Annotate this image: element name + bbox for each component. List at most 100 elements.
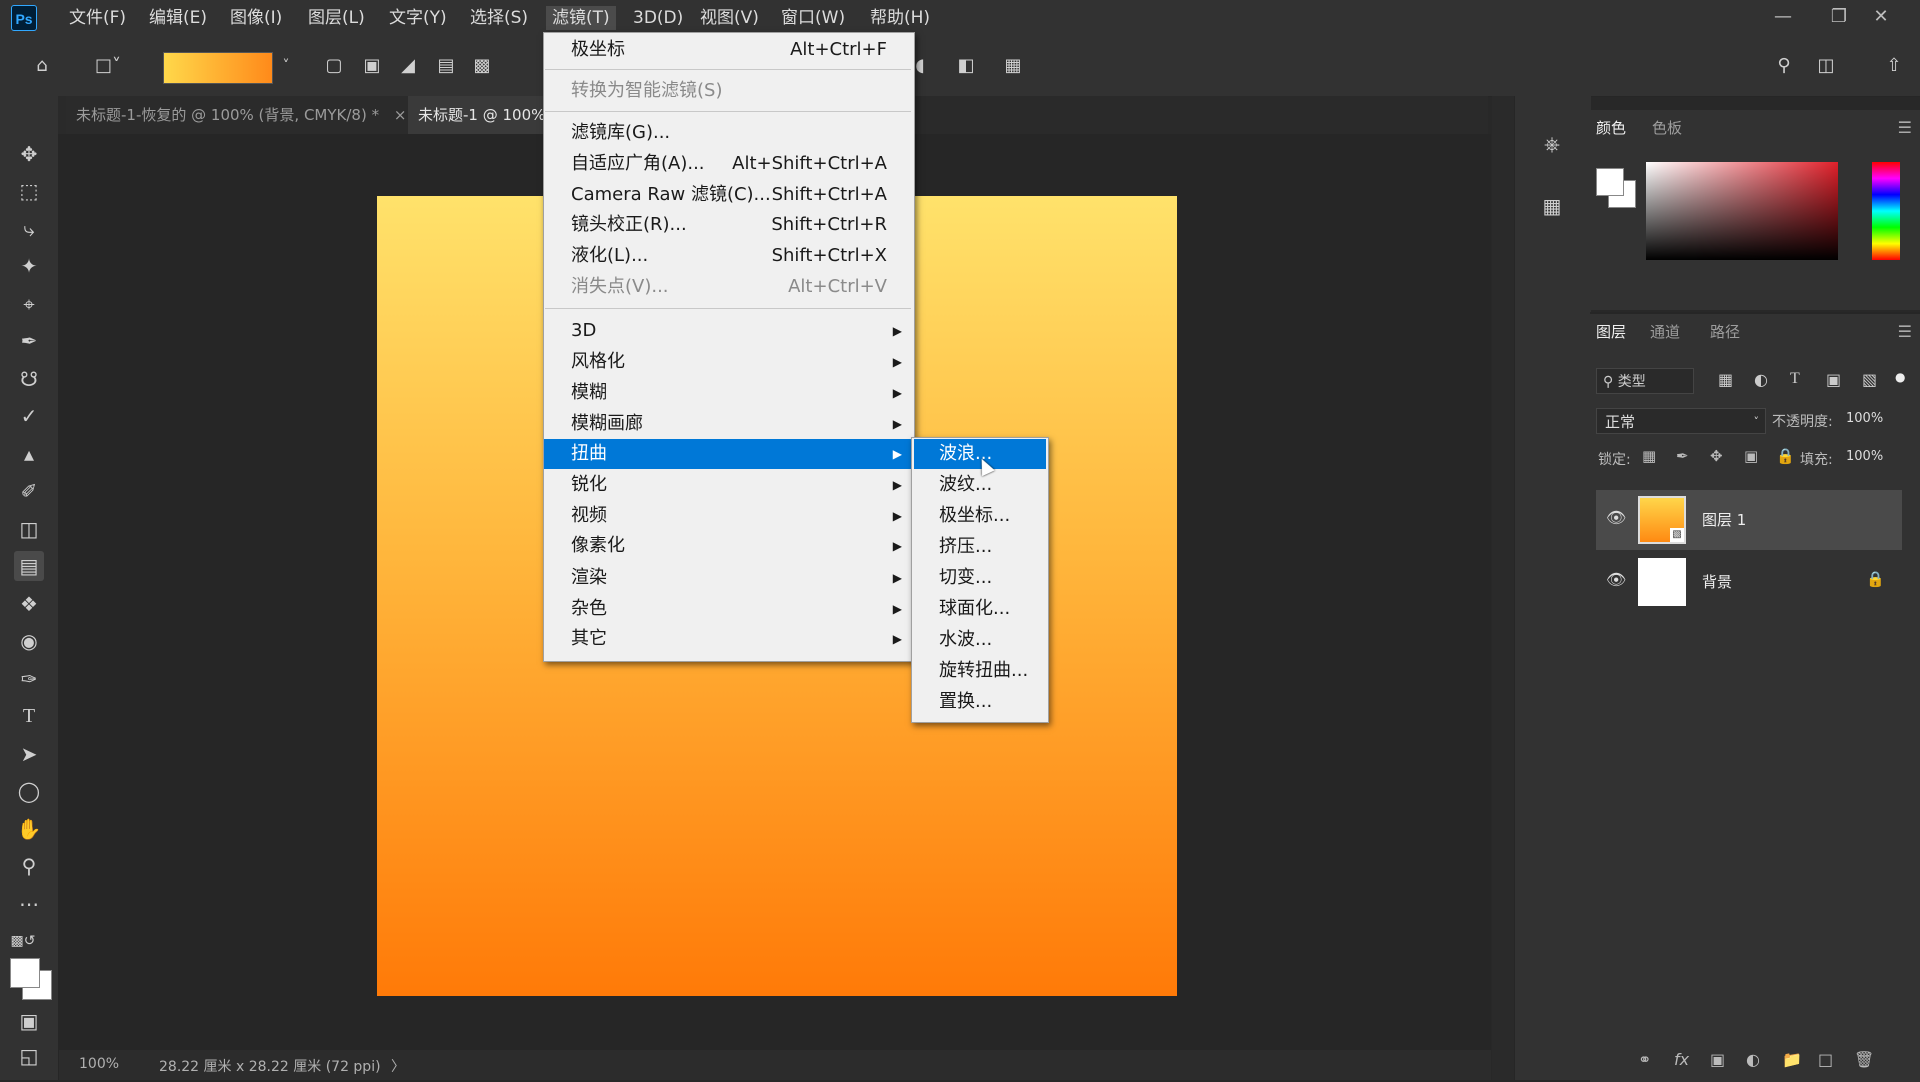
adjustment-filter-icon[interactable]: ◐ — [1754, 370, 1768, 389]
screen-mode-icon[interactable]: ◱ — [14, 1041, 44, 1071]
share-icon[interactable]: ⇧ — [1880, 52, 1908, 80]
history-panel-icon[interactable]: ⎈ — [1537, 132, 1567, 162]
ellipse-tool-icon[interactable]: ◯ — [14, 776, 44, 806]
lock-artboard-icon[interactable]: ▣ — [1744, 447, 1758, 465]
submenu-item-zigzag[interactable]: 水波... — [914, 625, 1046, 655]
linear-gradient-icon[interactable]: ▢ — [320, 52, 348, 80]
submenu-item-shear[interactable]: 切变... — [914, 563, 1046, 593]
visibility-eye-icon[interactable]: 👁 — [1606, 508, 1626, 527]
brush-tool-icon[interactable]: ✓ — [14, 401, 44, 431]
more-tools-icon[interactable]: ⋯ — [14, 889, 44, 919]
menu-help[interactable]: 帮助(H) — [864, 6, 936, 30]
lock-icon[interactable]: 🔒 — [1866, 570, 1885, 588]
crop-tool-icon[interactable]: ⌖ — [14, 289, 44, 319]
menu-select[interactable]: 选择(S) — [464, 6, 534, 30]
menu-item-pixelate[interactable]: 像素化 ▶ — [544, 531, 912, 561]
radial-gradient-icon[interactable]: ▣ — [358, 52, 386, 80]
eraser-icon[interactable]: ◫ — [14, 514, 44, 544]
adjustment-icon[interactable]: ◐ — [1746, 1050, 1760, 1069]
menu-item-vanishing-point[interactable]: 消失点(V)... Alt+Ctrl+V — [544, 272, 912, 302]
submenu-item-pinch[interactable]: 挤压... — [914, 532, 1046, 562]
magic-wand-icon[interactable]: ✦ — [14, 251, 44, 281]
move-tool-icon[interactable]: ✥ — [14, 139, 44, 169]
minimize-icon[interactable]: — — [1760, 2, 1806, 32]
menu-item-distort[interactable]: 扭曲 ▶ — [544, 439, 912, 469]
document-tab-active[interactable]: 未标题-1 @ 100% — [408, 96, 556, 134]
menu-type[interactable]: 文字(Y) — [383, 6, 453, 30]
submenu-item-spherize[interactable]: 球面化... — [914, 594, 1046, 624]
menu-item-3d[interactable]: 3D ▶ — [544, 316, 912, 346]
layer-row-background[interactable]: 👁 背景 🔒 — [1596, 552, 1902, 612]
new-layer-icon[interactable]: □ — [1818, 1050, 1833, 1069]
gradient-tool-icon[interactable]: ▤ — [14, 551, 44, 581]
pen-tool-icon[interactable]: ✑ — [14, 664, 44, 694]
fx-icon[interactable]: fx — [1674, 1050, 1689, 1069]
submenu-item-displace[interactable]: 置换... — [914, 687, 1046, 717]
restore-icon[interactable]: ❐ — [1816, 2, 1862, 32]
submenu-item-ripple[interactable]: 波纹... — [914, 470, 1046, 500]
history-brush-icon[interactable]: ✐ — [14, 476, 44, 506]
gradient-dropdown-icon[interactable]: ˅ — [272, 52, 300, 80]
path-select-icon[interactable]: ➤ — [14, 739, 44, 769]
menu-item-filter-gallery[interactable]: 滤镜库(G)... — [544, 118, 912, 148]
lock-transparent-icon[interactable]: ▦ — [1642, 447, 1656, 465]
menu-item-adaptive-wide[interactable]: 自适应广角(A)... Alt+Shift+Ctrl+A — [544, 149, 912, 179]
submenu-item-polar-coordinates[interactable]: 极坐标... — [914, 501, 1046, 531]
tab-close-icon[interactable]: × — [394, 106, 407, 124]
angle-gradient-icon[interactable]: ◢ — [394, 52, 422, 80]
reverse-icon[interactable]: ◧ — [952, 52, 980, 80]
menu-item-blur[interactable]: 模糊 ▶ — [544, 378, 912, 408]
smart-object-filter-icon[interactable]: ▧ — [1862, 370, 1877, 389]
tab-swatches[interactable]: 色板 — [1652, 110, 1682, 146]
default-colors-icon[interactable]: ▩↺ — [8, 926, 38, 956]
blend-mode-select[interactable]: 正常 ˅ — [1596, 408, 1766, 434]
menu-item-video[interactable]: 视频 ▶ — [544, 501, 912, 531]
menu-image[interactable]: 图像(I) — [224, 6, 288, 30]
menu-item-render[interactable]: 渲染 ▶ — [544, 563, 912, 593]
close-icon[interactable]: ✕ — [1858, 2, 1904, 32]
menu-item-camera-raw[interactable]: Camera Raw 滤镜(C)... Shift+Ctrl+A — [544, 180, 912, 210]
fill-input[interactable]: 100% — [1846, 449, 1883, 464]
tab-layers[interactable]: 图层 — [1596, 314, 1626, 350]
marquee-tool-icon[interactable]: ⬚ — [14, 176, 44, 206]
zoom-level[interactable]: 100% — [79, 1056, 119, 1072]
menu-edit[interactable]: 编辑(E) — [143, 6, 213, 30]
panel-menu-icon[interactable]: ☰ — [1898, 322, 1912, 341]
link-icon[interactable]: ⚭ — [1638, 1050, 1651, 1069]
properties-panel-icon[interactable]: ▦ — [1537, 194, 1567, 224]
menu-view[interactable]: 视图(V) — [694, 6, 765, 30]
menu-window[interactable]: 窗口(W) — [775, 6, 851, 30]
search-icon[interactable]: ⚲ — [1770, 52, 1798, 80]
menu-item-noise[interactable]: 杂色 ▶ — [544, 594, 912, 624]
blur-tool-icon[interactable]: ❖ — [14, 589, 44, 619]
tab-color[interactable]: 颜色 — [1596, 110, 1626, 146]
hue-slider[interactable] — [1872, 162, 1900, 260]
menu-item-other[interactable]: 其它 ▶ — [544, 624, 912, 654]
gradient-swatch[interactable] — [163, 52, 273, 84]
tab-channels[interactable]: 通道 — [1650, 314, 1680, 350]
tab-paths[interactable]: 路径 — [1710, 314, 1740, 350]
reflected-gradient-icon[interactable]: ▤ — [432, 52, 460, 80]
menu-item-liquify[interactable]: 液化(L)... Shift+Ctrl+X — [544, 241, 912, 271]
color-field[interactable] — [1646, 162, 1838, 260]
menu-item-lens-correction[interactable]: 镜头校正(R)... Shift+Ctrl+R — [544, 210, 912, 240]
transparency-icon[interactable]: ▦ — [999, 52, 1027, 80]
clone-stamp-icon[interactable]: ▴ — [14, 439, 44, 469]
menu-filter[interactable]: 滤镜(T) — [546, 6, 616, 30]
menu-item-polar-last[interactable]: 极坐标 Alt+Ctrl+F — [544, 35, 912, 65]
group-icon[interactable]: 📁 — [1782, 1050, 1802, 1069]
visibility-eye-icon[interactable]: 👁 — [1606, 570, 1626, 589]
menu-item-blur-gallery[interactable]: 模糊画廊 ▶ — [544, 409, 912, 439]
zoom-tool-icon[interactable]: ⚲ — [14, 851, 44, 881]
filter-toggle-icon[interactable]: ● — [1895, 370, 1905, 384]
shape-filter-icon[interactable]: ▣ — [1826, 370, 1841, 389]
lock-position-icon[interactable]: ✥ — [1710, 447, 1723, 465]
submenu-item-twirl[interactable]: 旋转扭曲... — [914, 656, 1046, 686]
trash-icon[interactable]: 🗑 — [1854, 1050, 1874, 1069]
panel-menu-icon[interactable]: ☰ — [1898, 118, 1912, 137]
menu-item-stylize[interactable]: 风格化 ▶ — [544, 347, 912, 377]
mask-icon[interactable]: ▣ — [1710, 1050, 1725, 1069]
menu-3d[interactable]: 3D(D) — [627, 6, 689, 30]
gradient-tool-preset-icon[interactable]: □˅ — [88, 52, 128, 80]
lock-all-icon[interactable]: 🔒 — [1776, 447, 1795, 465]
